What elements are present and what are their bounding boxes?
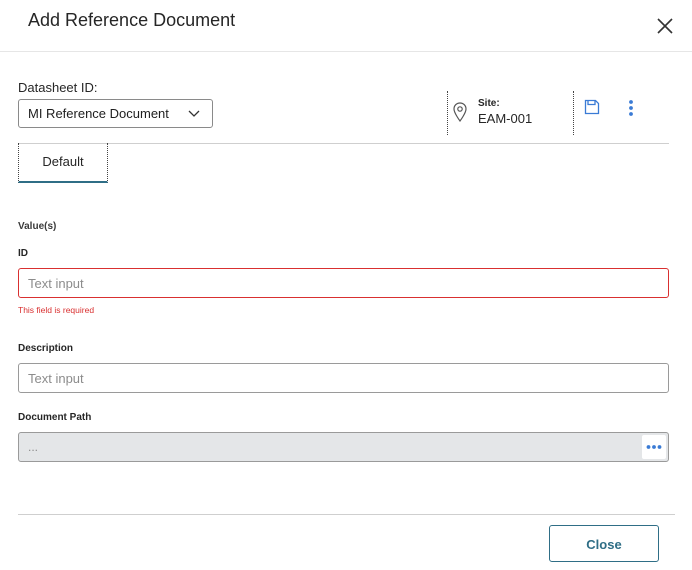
document-path-value: ...: [28, 440, 39, 454]
datasheet-id-select[interactable]: MI Reference Document: [18, 99, 213, 128]
tab-default[interactable]: Default: [18, 143, 108, 183]
description-label: Description: [18, 343, 74, 354]
site-value: EAM-001: [478, 111, 533, 126]
more-vertical-icon[interactable]: [626, 99, 636, 117]
id-error-text: This field is required: [18, 305, 95, 315]
id-input[interactable]: [18, 268, 669, 298]
browse-button[interactable]: [642, 435, 666, 459]
divider: [18, 143, 669, 144]
close-button[interactable]: Close: [549, 525, 659, 562]
document-path-field[interactable]: ...: [18, 432, 669, 462]
site-label: Site:: [478, 98, 500, 109]
datasheet-id-label: Datasheet ID:: [18, 80, 98, 95]
save-icon[interactable]: [584, 99, 600, 115]
close-icon[interactable]: [654, 15, 676, 37]
divider: [18, 514, 675, 515]
ellipsis-icon: [646, 445, 662, 449]
description-input[interactable]: [18, 363, 669, 393]
location-pin-icon: [453, 102, 467, 122]
dialog-title: Add Reference Document: [28, 10, 236, 30]
values-section-label: Value(s): [18, 221, 57, 232]
divider: [573, 91, 574, 135]
document-path-label: Document Path: [18, 412, 92, 423]
chevron-down-icon: [188, 110, 200, 117]
dialog-header: Add Reference Document: [0, 0, 692, 52]
divider: [447, 91, 448, 135]
id-label: ID: [18, 248, 28, 259]
datasheet-id-value: MI Reference Document: [28, 106, 169, 121]
